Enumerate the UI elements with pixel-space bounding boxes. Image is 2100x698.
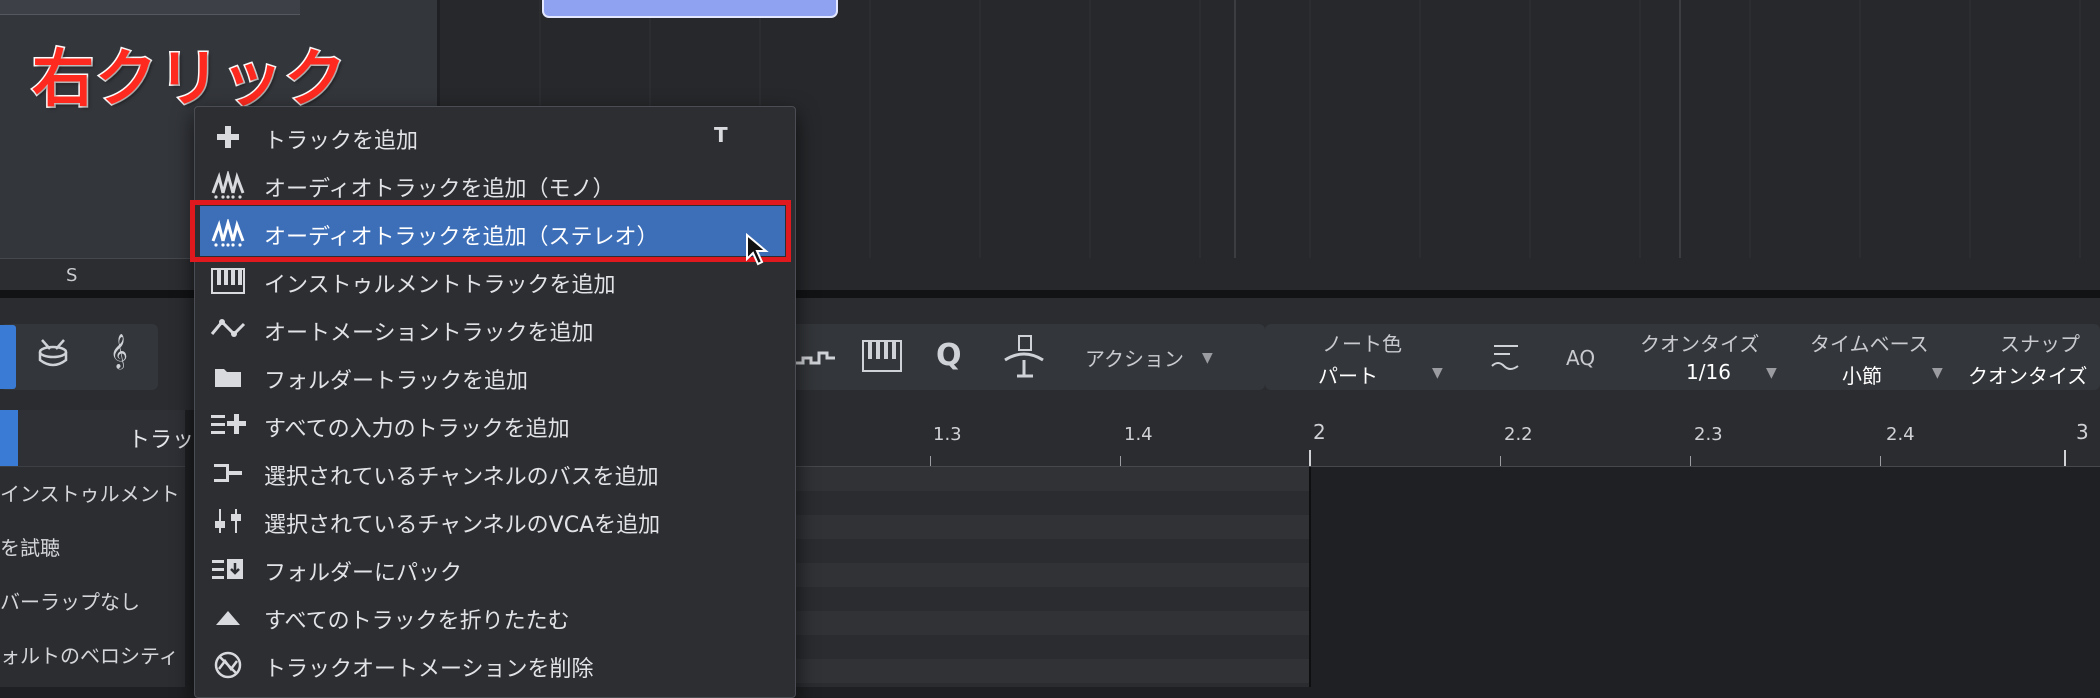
menu-item-collapse-all[interactable]: すべてのトラックを折りたたむ — [194, 593, 794, 641]
keyboard-icon[interactable] — [862, 340, 902, 380]
ruler-tick — [2064, 450, 2066, 466]
track-name-strip[interactable] — [0, 0, 300, 15]
mouse-cursor-icon — [745, 232, 771, 271]
folder-icon — [210, 361, 246, 393]
piano-roll-empty-area[interactable] — [1310, 467, 2100, 687]
ruler-label-3: 3 — [2076, 420, 2089, 444]
event-clip[interactable] — [542, 0, 838, 18]
collapse-triangle-icon — [210, 601, 246, 633]
menu-item-add-vca[interactable]: 選択されているチャンネルのVCAを追加 — [194, 497, 794, 545]
snap-select[interactable]: クオンタイズ — [1968, 360, 2087, 389]
scissors-tool-icon[interactable] — [1003, 334, 1045, 386]
inspector-instrument[interactable]: インストゥルメント — [0, 478, 180, 507]
quantize-caret-icon[interactable]: ▼ — [1766, 365, 1777, 381]
snap-label: スナップ — [2000, 332, 2080, 356]
quantize-q-icon[interactable]: Q — [936, 338, 962, 373]
note-color-label: ノート色 — [1322, 332, 1402, 356]
note-color-caret-icon[interactable]: ▼ — [1432, 365, 1443, 381]
ruler-tick — [930, 456, 931, 466]
timebase-caret-icon[interactable]: ▼ — [1932, 365, 1943, 381]
ruler-label-2-2: 2.2 — [1504, 424, 1533, 445]
action-menu[interactable]: アクション — [1085, 343, 1184, 372]
step-pattern-icon[interactable] — [795, 344, 835, 379]
pack-folder-icon — [210, 553, 246, 585]
inspector-track-label: トラッ — [128, 428, 195, 453]
ruler-tick — [1500, 456, 1501, 466]
quantize-select[interactable]: 1/16 — [1686, 360, 1731, 384]
plus-icon — [210, 121, 246, 153]
ruler-tick — [1880, 456, 1881, 466]
timebase-label: タイムベース — [1810, 332, 1929, 356]
piano-keys-icon — [210, 265, 246, 297]
inspector-audition[interactable]: を試聴 — [0, 532, 60, 561]
humanize-icon[interactable] — [1490, 340, 1522, 382]
drum-icon[interactable] — [36, 338, 70, 380]
ruler-label-1-3: 1.3 — [933, 424, 962, 445]
aq-button[interactable]: AQ — [1566, 346, 1595, 370]
ruler-label-2-4: 2.4 — [1886, 424, 1915, 445]
menu-item-pack-folder[interactable]: フォルダーにパック — [194, 545, 794, 593]
note-color-select[interactable]: パート — [1318, 360, 1378, 389]
annotation-highlight-box — [190, 200, 791, 262]
ruler-label-1-4: 1.4 — [1124, 424, 1153, 445]
bus-icon — [210, 457, 246, 489]
inspector-velocity[interactable]: ォルトのベロシティ — [0, 640, 179, 669]
menu-item-add-bus[interactable]: 選択されているチャンネルのバスを追加 — [194, 449, 794, 497]
selected-mode-indicator — [0, 325, 16, 389]
shortcut-key: T — [714, 123, 728, 147]
menu-item-add-instrument[interactable]: インストゥルメントトラックを追加 — [194, 257, 794, 305]
inspector-color-strip — [0, 410, 18, 466]
ruler-tick — [1690, 456, 1691, 466]
menu-item-remove-automation[interactable]: トラックオートメーションを削除 — [194, 641, 794, 689]
menu-item-add-all-inputs[interactable]: すべての入力のトラックを追加 — [194, 401, 794, 449]
inspector-overlap[interactable]: バーラップなし — [0, 586, 140, 615]
waveform-icon — [210, 169, 246, 201]
ruler-label-2-3: 2.3 — [1694, 424, 1723, 445]
right-click-annotation: 右クリック — [30, 41, 348, 117]
list-plus-icon — [210, 409, 246, 441]
menu-item-add-folder[interactable]: フォルダートラックを追加 — [194, 353, 794, 401]
menu-item-add-automation[interactable]: オートメーショントラックを追加 — [194, 305, 794, 353]
automation-curve-icon — [210, 313, 246, 345]
ruler-tick — [1309, 450, 1311, 466]
ruler-label-2: 2 — [1313, 420, 1326, 444]
timebase-select[interactable]: 小節 — [1842, 360, 1882, 389]
solo-column-label[interactable]: S — [66, 265, 77, 286]
quantize-label: クオンタイズ — [1640, 332, 1760, 356]
action-caret-icon[interactable]: ▼ — [1202, 350, 1213, 366]
vca-fader-icon — [210, 505, 246, 537]
bar-line — [1309, 467, 1311, 687]
editor-mode-group — [0, 324, 158, 390]
treble-clef-icon[interactable]: 𝄞 — [110, 334, 128, 369]
remove-automation-icon — [210, 649, 246, 681]
menu-item-add-track[interactable]: トラックを追加 T — [194, 113, 794, 161]
ruler-tick — [1120, 456, 1121, 466]
